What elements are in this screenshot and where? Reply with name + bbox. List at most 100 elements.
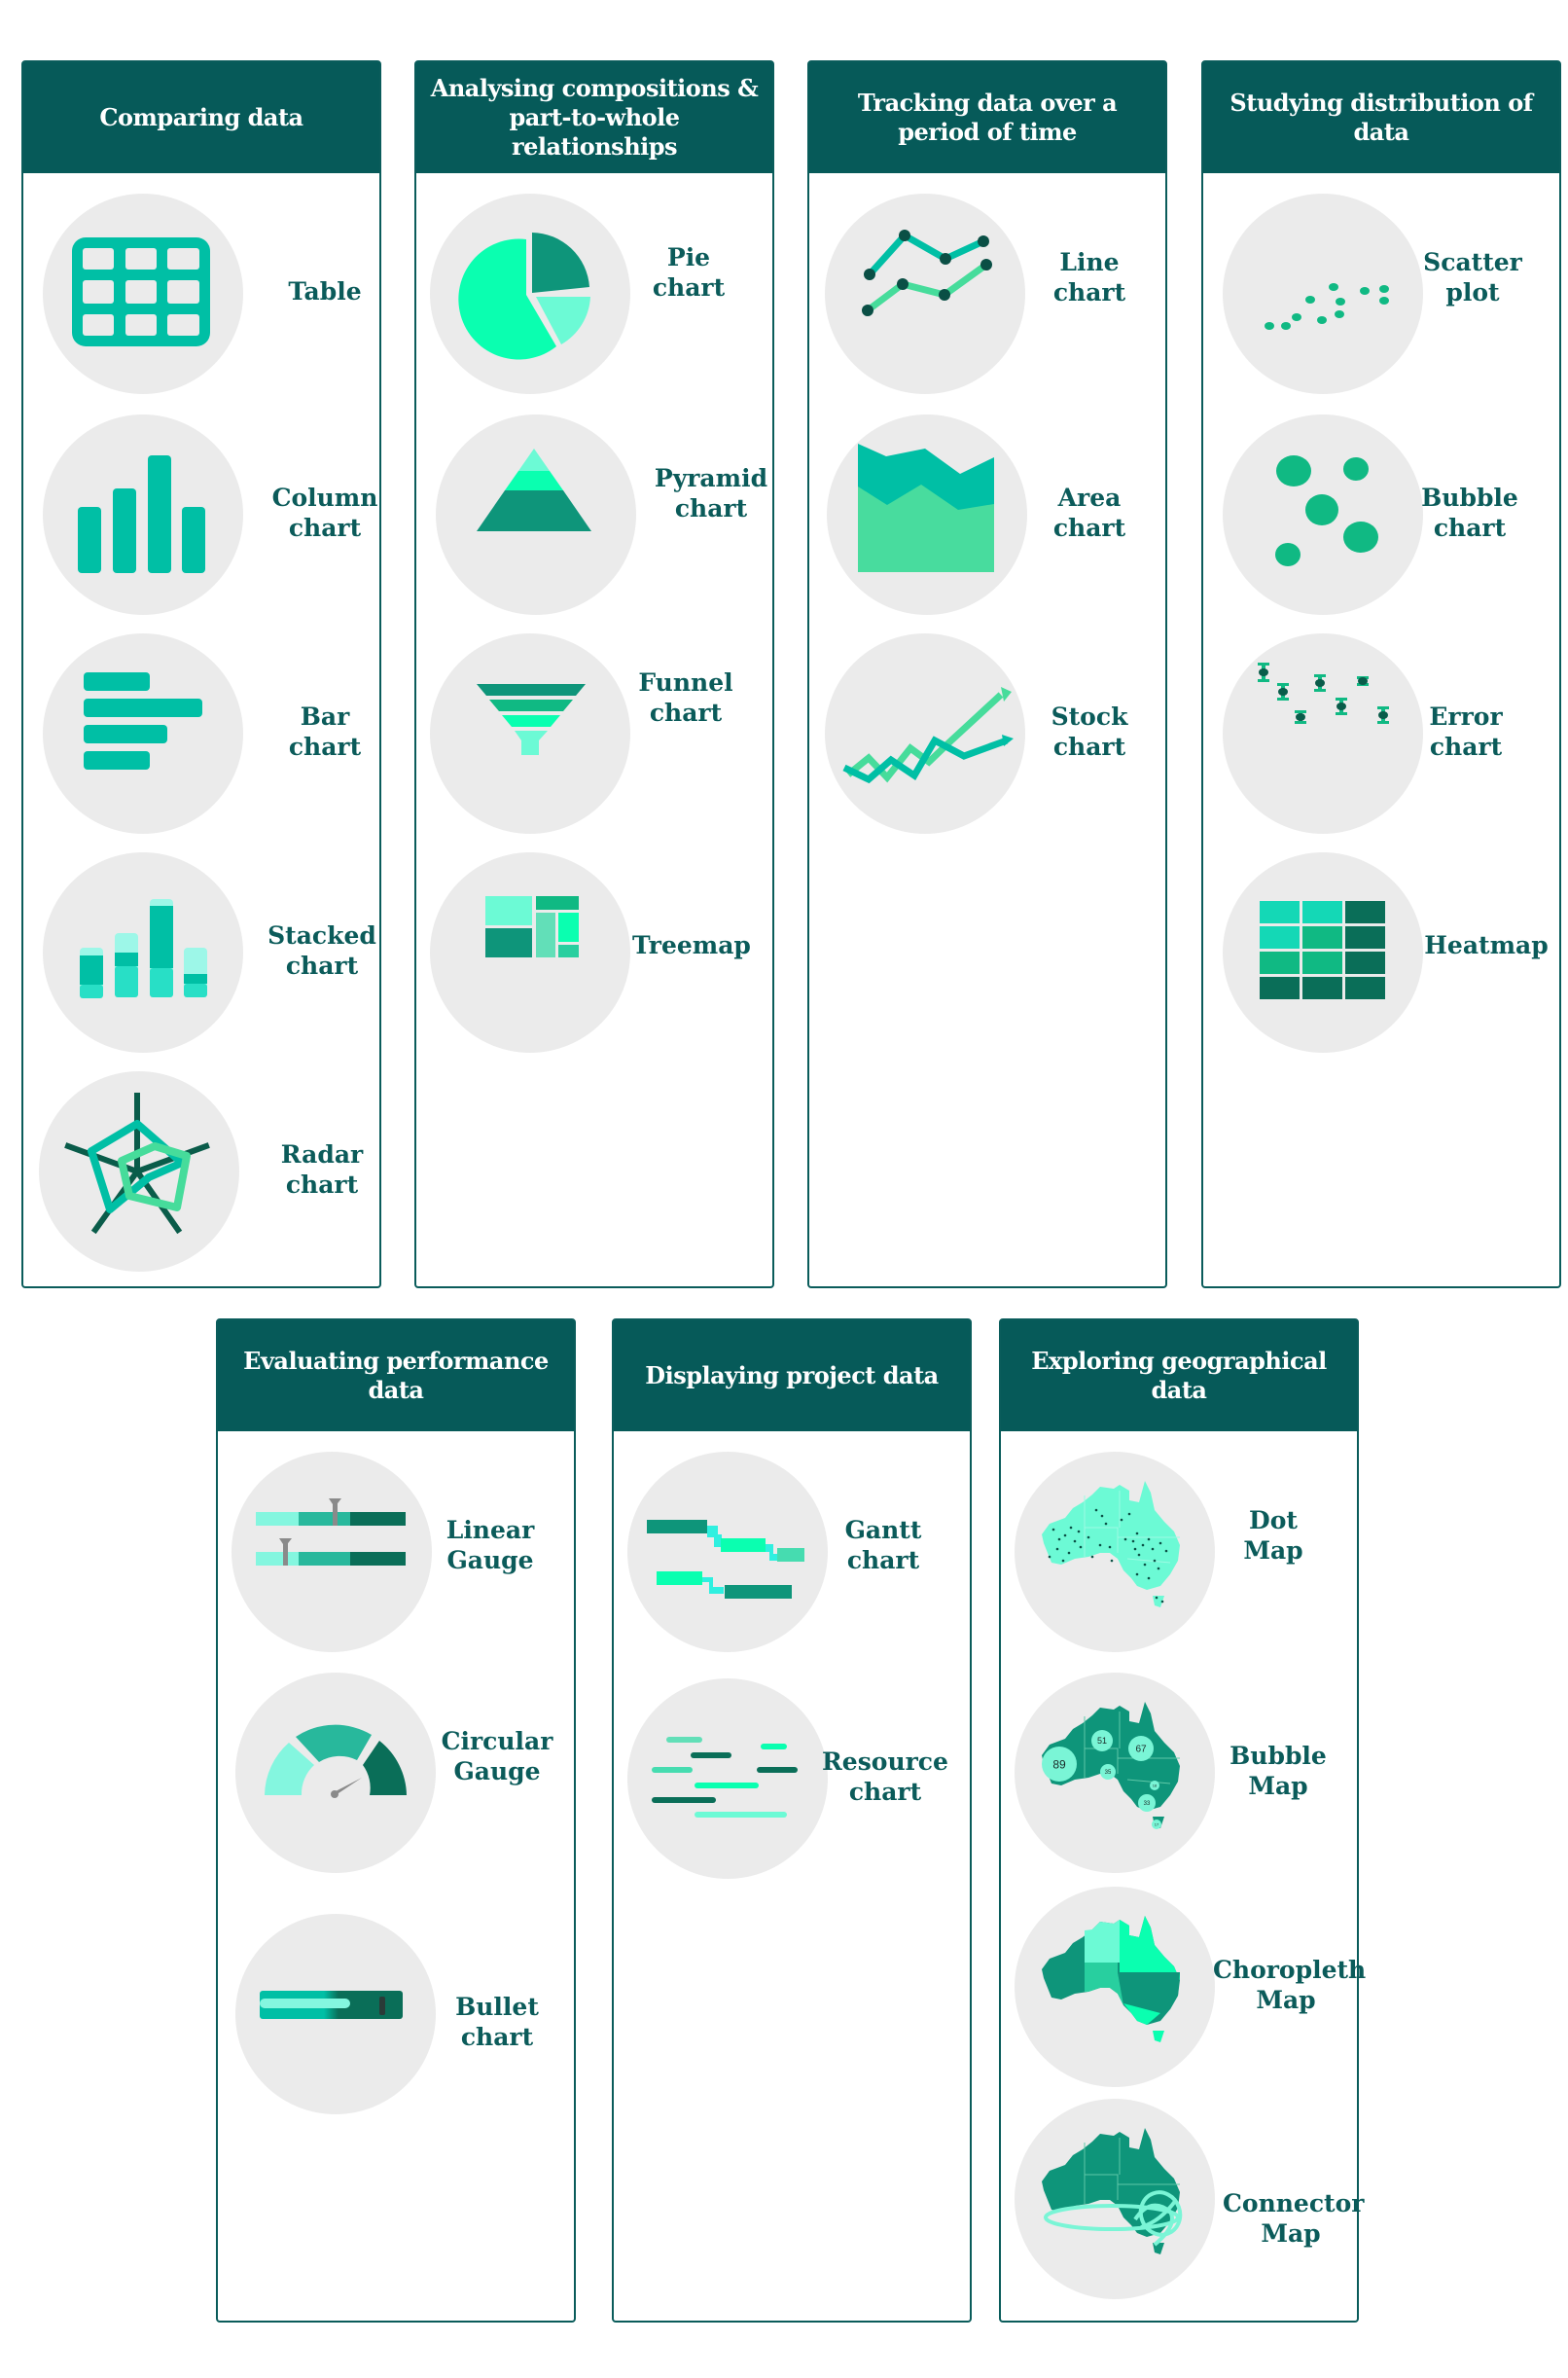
map-dot [1164,1549,1168,1553]
item-bubble-chart[interactable]: Bubble chart [1203,414,1559,619]
item-treemap[interactable]: Treemap [416,852,772,1057]
map-bubble: 33 [1138,1794,1156,1812]
choropleth-map-icon [1042,1916,1180,2042]
map-dot [1073,1539,1077,1543]
item-label: Column chart [271,484,378,542]
bar-chart-icon [84,672,202,770]
bubble-value: 67 [1135,1745,1147,1755]
item-scatter-plot[interactable]: Scatter plot [1203,194,1559,398]
map-dot [1055,1547,1059,1551]
item-bar-chart[interactable]: Bar chart [23,633,379,838]
pie-chart-icon [458,233,590,360]
heatmap-cell [1260,926,1300,949]
item-label: Bubble chart [1421,484,1518,542]
icon-circle [39,1071,239,1272]
icon-circle [436,414,636,615]
item-label: Stock chart [1051,703,1128,761]
item-label: Bubble Map [1229,1742,1327,1800]
item-linear-gauge[interactable]: Linear Gauge [218,1452,574,1656]
map-dot [1127,1512,1131,1516]
map-dot [1094,1508,1098,1512]
map-dot [1160,1600,1164,1603]
item-radar-chart[interactable]: Radar chart [23,1071,379,1276]
heatmap-cell [1260,952,1300,974]
linear-gauge-icon [256,1498,406,1566]
icon-circle [1223,414,1423,615]
panel-title: Exploring geographical data [1001,1320,1357,1431]
item-funnel-chart[interactable]: Funnel chart [416,633,772,838]
map-dot [1057,1537,1061,1541]
item-choropleth-map[interactable]: Choropleth Map [1001,1887,1366,2091]
australia-shape [1042,1481,1180,1590]
map-bubble: 51 [1091,1730,1113,1751]
error-bar [1295,710,1306,724]
item-circular-gauge[interactable]: Circular Gauge [218,1673,574,1877]
map-bubble: 89 [1042,1747,1077,1782]
map-dot [1133,1547,1137,1551]
map-dot [1087,1535,1090,1539]
map-dot [1123,1537,1127,1541]
map-dot [1063,1533,1067,1537]
treemap-icon [485,896,579,957]
error-bar [1336,698,1347,715]
item-label: Dot Map [1243,1506,1303,1565]
item-stock-chart[interactable]: Stock chart [809,633,1165,838]
item-label: Linear Gauge [445,1516,535,1574]
icon-circle [1223,633,1423,834]
item-label: Treemap [632,931,751,959]
item-area-chart[interactable]: Area chart [809,414,1165,619]
radar-chart-icon [64,1093,210,1235]
panel-title: Studying distribution of data [1203,62,1559,173]
icon-circle [1223,852,1423,1053]
heatmap-cell [1302,926,1342,949]
item-label: Heatmap [1424,931,1549,959]
item-gantt-chart[interactable]: Gantt chart [614,1452,970,1656]
item-dot-map[interactable]: Dot Map [1001,1452,1357,1656]
item-bubble-map[interactable]: 89 51 67 35 18 33 17 Bubble Map [1001,1673,1357,1877]
map-bubble: 35 [1100,1764,1116,1780]
icon-circle [430,633,630,834]
item-label: Scatter plot [1423,248,1522,306]
panel-title: Displaying project data [614,1320,970,1431]
icon-circle [1223,194,1423,394]
item-label: Funnel chart [638,668,733,727]
map-dot [1141,1543,1145,1547]
table-icon [72,237,210,346]
icon-circle [825,633,1025,834]
icon-circle [430,852,630,1053]
map-dot [1100,1514,1104,1518]
item-column-chart[interactable]: Column chart [23,414,379,619]
icon-circle [627,1452,828,1652]
item-bullet-chart[interactable]: Bullet chart [218,1914,574,2118]
icon-circle [627,1678,828,1879]
item-resource-chart[interactable]: Resource chart [614,1678,970,1883]
line-chart-icon [862,230,992,316]
map-dot [1151,1547,1155,1551]
item-error-chart[interactable]: Error chart [1203,633,1559,838]
item-line-chart[interactable]: Line chart [809,194,1165,398]
item-pie-chart[interactable]: Pie chart [416,194,772,398]
item-stacked-chart[interactable]: Stacked chart [23,852,379,1057]
icon-circle [43,852,243,1053]
map-dot [1104,1522,1108,1526]
item-connector-map[interactable]: Connector Map [1001,2099,1364,2303]
icon-circle [430,194,630,394]
item-heatmap[interactable]: Heatmap [1203,852,1559,1057]
item-label: Pie chart [652,243,726,302]
panel-tracking-time: Tracking data over a period of time Line… [807,60,1167,1288]
heatmap-cell [1302,901,1342,923]
icon-circle [827,414,1027,615]
icon-circle [1015,1887,1215,2087]
panel-distribution: Studying distribution of data Scatter plo… [1201,60,1561,1288]
icon-circle [1015,1452,1215,1652]
region [1085,1963,1123,2005]
map-dot [1135,1572,1139,1576]
item-table[interactable]: Table [23,194,379,398]
error-bar [1258,663,1269,682]
map-dot [1131,1539,1135,1543]
icon-circle [43,633,243,834]
item-pyramid-chart[interactable]: Pyramid chart [416,414,772,619]
bubble-chart-icon [1275,455,1378,566]
bubble-map-icon: 89 51 67 35 18 33 17 [1042,1702,1180,1829]
icon-circle [825,194,1025,394]
